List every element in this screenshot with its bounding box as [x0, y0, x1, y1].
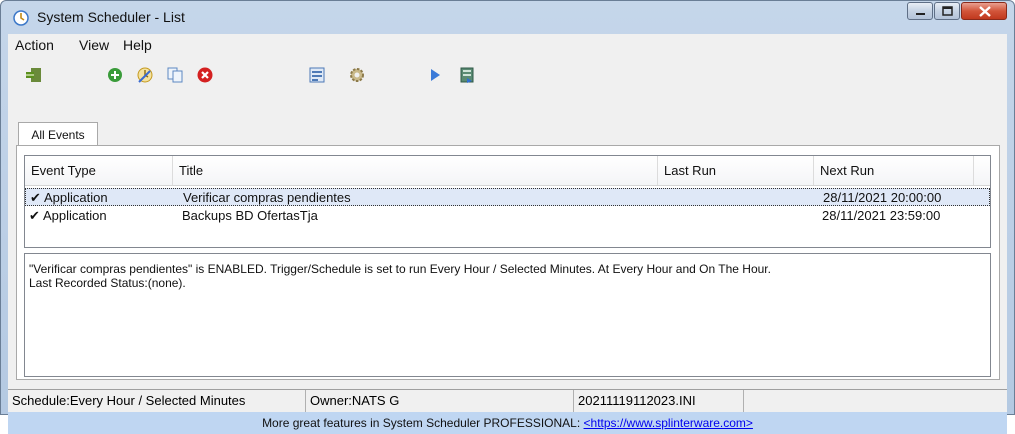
- column-title[interactable]: Title: [173, 156, 658, 185]
- menu-action[interactable]: Action: [15, 37, 54, 53]
- settings-icon[interactable]: [348, 66, 366, 84]
- promo-text: More great features in System Scheduler …: [262, 416, 584, 430]
- event-type-cell: Application: [44, 190, 108, 205]
- check-icon: ✔: [29, 208, 40, 223]
- check-icon: ✔: [30, 190, 41, 205]
- log-icon[interactable]: [308, 66, 326, 84]
- toolbar: [8, 59, 1007, 89]
- title-cell: Backups BD OfertasTja: [182, 208, 318, 223]
- promo-link[interactable]: <https://www.splinterware.com>: [584, 416, 753, 430]
- minimize-button[interactable]: [907, 2, 933, 20]
- list-header: Event Type Title Last Run Next Run: [25, 156, 990, 186]
- status-bar: Schedule:Every Hour / Selected Minutes O…: [8, 389, 1007, 412]
- event-description: "Verificar compras pendientes" is ENABLE…: [24, 253, 991, 377]
- app-window: System Scheduler - List Action View Help: [0, 0, 1015, 434]
- event-type-cell: Application: [43, 208, 107, 223]
- description-line: Last Recorded Status:(none).: [29, 276, 186, 290]
- client-area: Action View Help All Events Event Type T…: [8, 34, 1007, 434]
- menu-bar: Action View Help: [8, 34, 1007, 56]
- window-controls: [906, 2, 1007, 22]
- title-bar[interactable]: System Scheduler - List: [1, 1, 1014, 34]
- menu-view[interactable]: View: [79, 37, 109, 53]
- table-row[interactable]: ✔ Application Backups BD OfertasTja 28/1…: [25, 207, 990, 225]
- close-button[interactable]: [961, 2, 1007, 20]
- next-run-cell: 28/11/2021 20:00:00: [823, 190, 942, 205]
- title-cell: Verificar compras pendientes: [183, 190, 351, 205]
- delete-icon[interactable]: [196, 66, 214, 84]
- events-list[interactable]: Event Type Title Last Run Next Run ✔ App…: [24, 155, 991, 248]
- run-icon[interactable]: [426, 66, 444, 84]
- status-owner: Owner:NATS G: [306, 390, 574, 412]
- column-event-type[interactable]: Event Type: [25, 156, 173, 185]
- promo-banner: More great features in System Scheduler …: [8, 412, 1007, 434]
- status-file: 20211119112023.INI: [574, 390, 744, 412]
- description-line: "Verificar compras pendientes" is ENABLE…: [29, 262, 771, 276]
- table-row[interactable]: ✔ Application Verificar compras pendient…: [25, 188, 990, 206]
- menu-help[interactable]: Help: [123, 37, 152, 53]
- exit-icon[interactable]: [25, 66, 43, 84]
- scheduler-icon[interactable]: [458, 66, 476, 84]
- tab-all-events[interactable]: All Events: [18, 122, 98, 146]
- column-last-run[interactable]: Last Run: [658, 156, 814, 185]
- edit-icon[interactable]: [136, 66, 154, 84]
- copy-icon[interactable]: [166, 66, 184, 84]
- window-title: System Scheduler - List: [37, 9, 185, 25]
- next-run-cell: 28/11/2021 23:59:00: [822, 208, 941, 223]
- column-next-run[interactable]: Next Run: [814, 156, 974, 185]
- clock-icon: [13, 10, 29, 26]
- status-empty: [744, 390, 1007, 412]
- maximize-button[interactable]: [934, 2, 960, 20]
- status-schedule: Schedule:Every Hour / Selected Minutes: [8, 390, 306, 412]
- add-icon[interactable]: [106, 66, 124, 84]
